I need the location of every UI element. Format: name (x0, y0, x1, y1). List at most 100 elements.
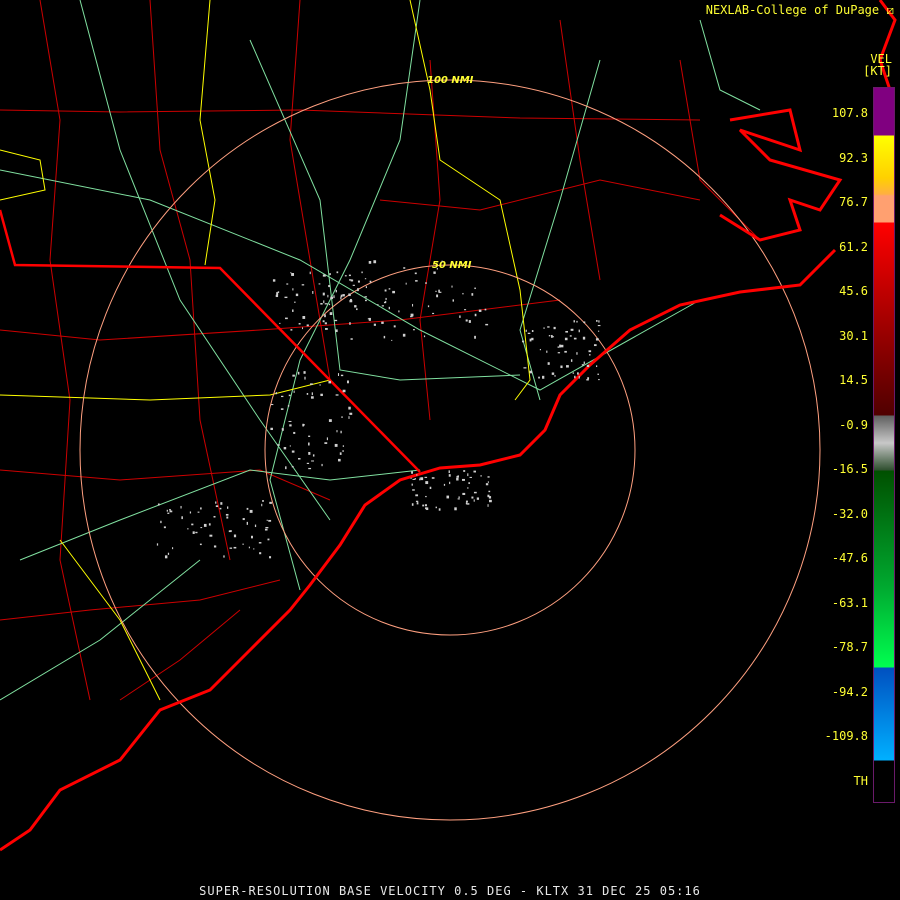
echo-pixel (338, 458, 341, 462)
echo-pixel (467, 487, 469, 489)
echo-pixel (349, 299, 353, 303)
echo-pixel (547, 326, 550, 328)
echo-pixel (464, 309, 467, 311)
echo-pixel (287, 405, 290, 407)
echo-pixel (324, 314, 326, 318)
echo-pixel (167, 552, 170, 555)
echo-pixel (258, 542, 262, 544)
echo-pixel (560, 365, 563, 369)
echo-pixel (586, 379, 589, 381)
echo-pixel (334, 319, 338, 322)
echo-pixel (229, 547, 233, 549)
echo-pixel (468, 482, 471, 484)
echo-pixel (402, 333, 406, 337)
echo-pixel (164, 555, 168, 559)
echo-pixel (328, 380, 331, 384)
echo-pixel (319, 384, 321, 386)
echo-pixel (425, 507, 428, 510)
echo-pixel (169, 508, 171, 511)
echo-pixel (572, 372, 575, 374)
echo-pixel (328, 419, 332, 422)
echo-pixel (330, 296, 334, 300)
echo-pixel (342, 294, 345, 297)
radar-display: 100 NMI 50 NMI NEXLAB-College of DuPage … (0, 0, 900, 900)
echo-pixel (438, 291, 442, 293)
echo-pixel (473, 470, 477, 473)
echo-pixel (337, 373, 340, 376)
echo-pixel (525, 329, 527, 332)
color-bar-tick: -78.7 (831, 640, 868, 654)
echo-pixel (169, 510, 173, 513)
echo-pixel (392, 290, 396, 294)
echo-pixel (468, 320, 471, 323)
echo-pixel (384, 289, 387, 292)
echo-pixel (547, 362, 550, 365)
echo-pixel (306, 462, 310, 464)
color-bar-tick: -32.0 (831, 506, 868, 521)
echo-pixel (435, 506, 437, 509)
echo-pixel (197, 511, 200, 513)
echo-pixel (436, 294, 439, 298)
echo-pixel (328, 285, 330, 288)
echo-pixel (191, 523, 194, 526)
echo-pixel (195, 531, 198, 534)
color-bar-tick: -0.9 (839, 417, 868, 432)
range-ring-100-label: 100 NMI (427, 75, 474, 86)
echo-pixel (462, 492, 466, 495)
echo-pixel (569, 335, 572, 337)
echo-pixel (416, 502, 419, 505)
echo-pixel (277, 444, 280, 446)
corner-logo-icon: ⧄ (886, 3, 894, 17)
echo-pixel (373, 323, 376, 326)
echo-pixel (352, 284, 355, 286)
echo-pixel (377, 304, 379, 306)
echo-pixel (364, 278, 367, 280)
echo-pixel (412, 478, 416, 480)
echo-pixel (487, 504, 489, 507)
echo-pixel (465, 500, 468, 503)
echo-pixel (487, 481, 490, 483)
echo-pixel (295, 293, 299, 297)
color-bar-tick: -16.5 (831, 462, 868, 476)
echo-pixel (264, 528, 268, 531)
echo-pixel (310, 396, 314, 399)
echo-pixel (246, 507, 249, 510)
echo-pixel (302, 327, 304, 330)
echo-pixel (275, 392, 278, 395)
echo-pixel (551, 336, 555, 338)
echo-pixel (415, 494, 419, 497)
echo-pixel (336, 430, 338, 433)
echo-pixel (356, 308, 358, 311)
echo-pixel (411, 483, 413, 486)
echo-pixel (484, 308, 487, 311)
echo-pixel (219, 507, 222, 510)
echo-pixel (348, 274, 351, 277)
echo-pixel (581, 364, 585, 366)
echo-pixel (433, 271, 436, 274)
echo-pixel (364, 299, 367, 302)
echo-pixel (385, 297, 387, 300)
echo-pixel (269, 501, 272, 504)
echo-pixel (335, 329, 338, 333)
echo-pixel (340, 374, 344, 377)
echo-pixel (351, 279, 354, 282)
echo-pixel (334, 443, 338, 447)
echo-pixel (318, 283, 321, 285)
echo-pixel (471, 496, 474, 499)
echo-pixel (329, 273, 331, 276)
echo-pixel (220, 502, 223, 505)
echo-pixel (412, 303, 414, 307)
echo-pixel (383, 335, 386, 339)
echo-pixel (291, 466, 294, 468)
echo-pixel (285, 466, 287, 470)
echo-pixel (597, 330, 600, 332)
echo-pixel (357, 280, 360, 283)
echo-pixel (200, 507, 202, 510)
echo-pixel (564, 337, 568, 341)
echo-pixel (369, 280, 372, 283)
echo-pixel (436, 267, 438, 270)
echo-pixel (529, 338, 532, 342)
echo-pixel (298, 458, 301, 460)
echo-pixel (598, 379, 600, 381)
echo-pixel (587, 377, 590, 380)
